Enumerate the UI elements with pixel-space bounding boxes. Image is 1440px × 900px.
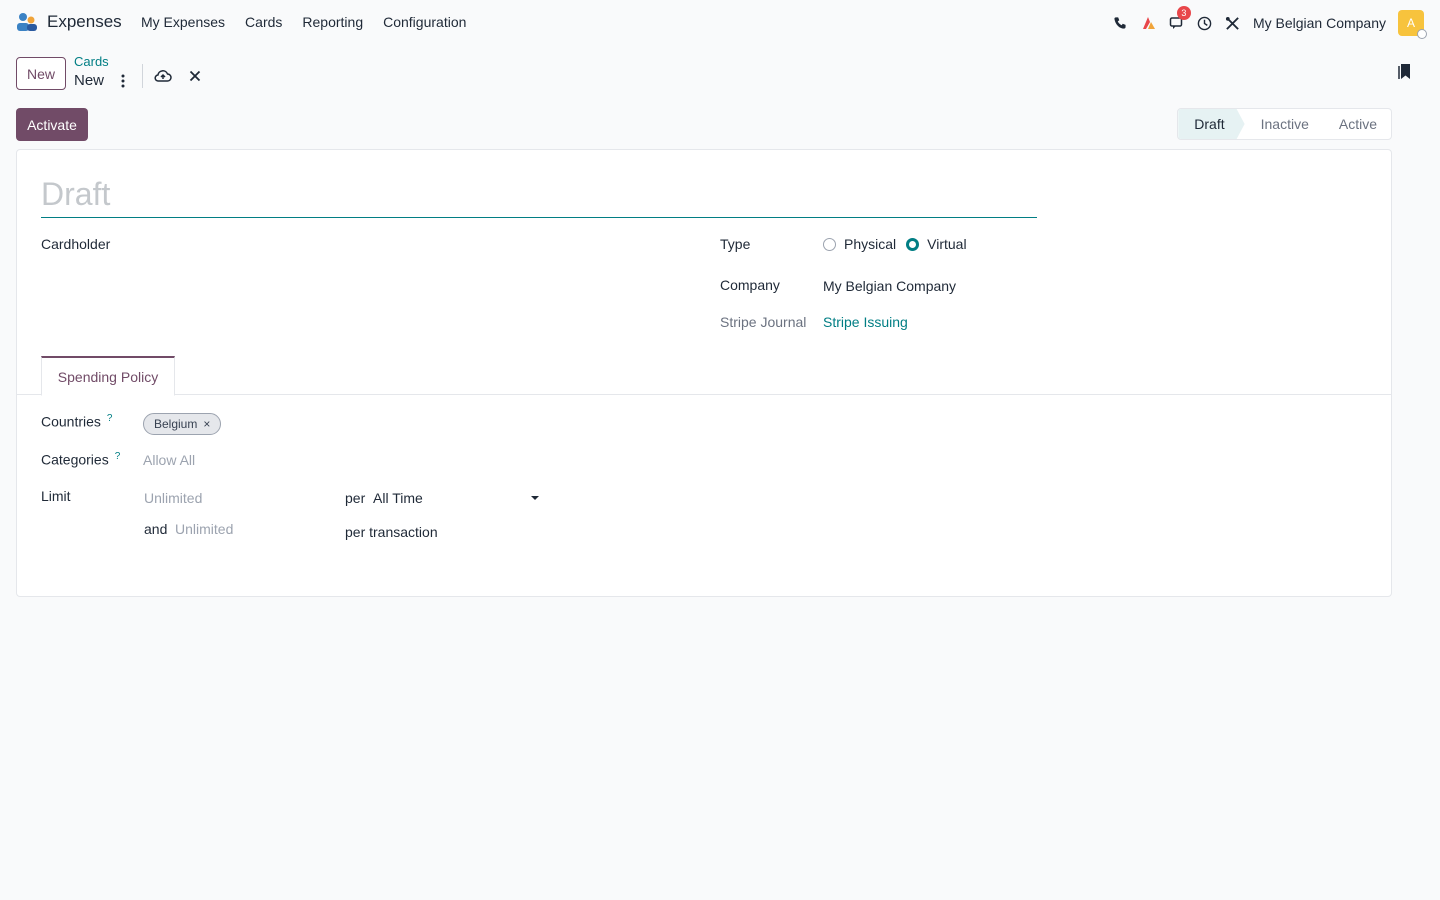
app-brand[interactable]: Expenses bbox=[16, 11, 122, 33]
notebook-tabs: Spending Policy bbox=[17, 355, 1391, 396]
phone-icon[interactable] bbox=[1107, 9, 1135, 37]
stage-active[interactable]: Active bbox=[1323, 109, 1391, 139]
per-transaction-label: per transaction bbox=[345, 524, 438, 540]
status-bar: Draft Inactive Active bbox=[1177, 108, 1392, 140]
type-virtual-radio[interactable] bbox=[906, 237, 920, 251]
limit-period-select[interactable]: All Time bbox=[373, 490, 423, 506]
type-virtual-label[interactable]: Virtual bbox=[927, 236, 966, 252]
and-label: and bbox=[144, 521, 168, 537]
clock-icon[interactable] bbox=[1191, 9, 1219, 37]
chevron-down-icon[interactable] bbox=[531, 496, 539, 500]
countries-help-icon[interactable]: ? bbox=[107, 413, 113, 424]
countries-label: Countries? bbox=[41, 413, 112, 430]
app-title: Expenses bbox=[47, 12, 122, 31]
country-tag-label: Belgium bbox=[154, 417, 198, 431]
chat-badge: 3 bbox=[1176, 6, 1191, 20]
stripe-journal-label: Stripe Journal bbox=[720, 314, 807, 330]
activate-button[interactable]: Activate bbox=[16, 108, 88, 141]
gear-menu-icon[interactable] bbox=[116, 72, 130, 90]
menu-item-configuration[interactable]: Configuration bbox=[383, 14, 466, 30]
top-navbar: Expenses My Expenses Cards Reporting Con… bbox=[0, 0, 1440, 46]
tools-icon[interactable] bbox=[1219, 9, 1247, 37]
studio-icon[interactable] bbox=[1135, 9, 1163, 37]
card-name-input[interactable]: Draft bbox=[41, 174, 1037, 218]
country-tag-belgium: Belgium × bbox=[143, 413, 222, 435]
transaction-limit-input[interactable]: Unlimited bbox=[175, 521, 233, 537]
new-button[interactable]: New bbox=[16, 57, 66, 90]
tab-spending-policy[interactable]: Spending Policy bbox=[41, 356, 175, 396]
breadcrumb: Cards New bbox=[74, 54, 109, 92]
limit-amount-input[interactable]: Unlimited bbox=[144, 490, 202, 506]
control-panel-divider bbox=[142, 64, 143, 88]
categories-input[interactable]: Allow All bbox=[143, 452, 195, 468]
company-label: Company bbox=[720, 277, 780, 293]
company-switcher[interactable]: My Belgian Company bbox=[1253, 15, 1386, 31]
company-field[interactable]: My Belgian Company bbox=[823, 278, 956, 294]
cardholder-label: Cardholder bbox=[41, 236, 111, 252]
stripe-journal-link[interactable]: Stripe Issuing bbox=[823, 314, 908, 330]
bookmark-icon[interactable] bbox=[1394, 60, 1416, 82]
categories-help-icon[interactable]: ? bbox=[115, 451, 121, 462]
stage-draft[interactable]: Draft bbox=[1178, 109, 1244, 139]
chat-icon[interactable]: 3 bbox=[1163, 6, 1191, 37]
categories-label: Categories? bbox=[41, 451, 120, 468]
discard-close-icon[interactable] bbox=[186, 66, 204, 86]
type-label: Type bbox=[720, 236, 751, 252]
type-physical-label[interactable]: Physical bbox=[844, 236, 896, 252]
breadcrumb-current: New bbox=[74, 72, 105, 89]
menu-item-my-expenses[interactable]: My Expenses bbox=[141, 14, 225, 30]
form-sheet: Draft Cardholder Type Physical Virtual C… bbox=[16, 149, 1392, 597]
stage-inactive[interactable]: Inactive bbox=[1245, 109, 1323, 139]
systray: 3 My Belgian Company A bbox=[1107, 6, 1427, 39]
menu-item-reporting[interactable]: Reporting bbox=[302, 14, 363, 30]
avatar-letter: A bbox=[1406, 16, 1415, 30]
menu-item-cards[interactable]: Cards bbox=[245, 14, 282, 30]
type-physical-radio[interactable] bbox=[823, 237, 836, 251]
type-radio-group: Physical Virtual bbox=[823, 236, 977, 252]
main-menu: My Expenses Cards Reporting Configuratio… bbox=[141, 14, 466, 30]
expenses-app-icon bbox=[16, 11, 38, 33]
breadcrumb-cards[interactable]: Cards bbox=[74, 54, 109, 70]
limit-label: Limit bbox=[41, 488, 71, 504]
per-label: per bbox=[345, 490, 366, 506]
presence-status-icon bbox=[1417, 29, 1427, 39]
categories-label-text: Categories bbox=[41, 451, 109, 468]
save-cloud-icon[interactable] bbox=[153, 66, 173, 86]
tag-remove-icon[interactable]: × bbox=[203, 417, 210, 431]
countries-label-text: Countries bbox=[41, 413, 101, 430]
user-avatar[interactable]: A bbox=[1398, 10, 1427, 39]
